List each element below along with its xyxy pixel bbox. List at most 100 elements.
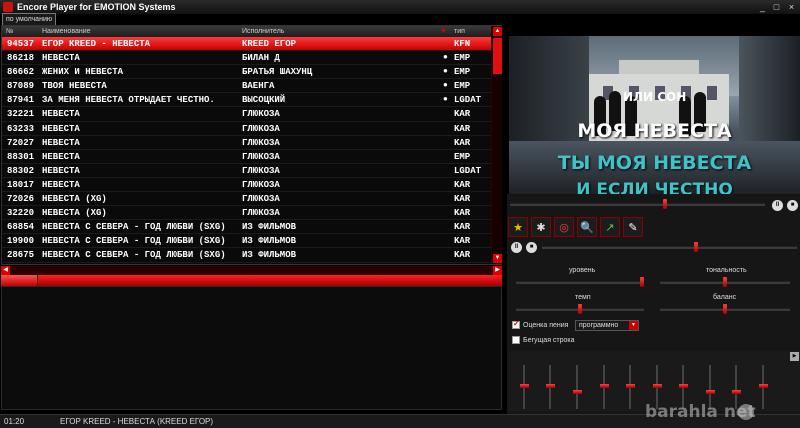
song-title: ТВОЯ НЕВЕСТА (42, 81, 107, 92)
elapsed-time: 01:20 (4, 417, 25, 426)
close-button[interactable]: × (786, 2, 797, 12)
scroll-left-icon[interactable]: ◀ (1, 266, 10, 275)
equalizer-toggle-icon[interactable]: ▶ (790, 352, 799, 361)
song-title: НЕВЕСТА (XG) (42, 194, 107, 205)
song-row[interactable]: 32221 НЕВЕСТА ГЛЮКОЗА KAR (2, 107, 491, 122)
song-row[interactable]: 94537 ЕГОР KREED - НЕВЕСТА KREED ЕГОР KFN (2, 37, 491, 52)
song-row[interactable]: 86662 ЖЕНИХ И НЕВЕСТА БРАТЬЯ ШАХУНЦ ● EMP (2, 65, 491, 80)
ticker-label: Бегущая строка (523, 337, 575, 344)
vertical-scrollbar[interactable]: ▲ ▼ (491, 26, 502, 264)
song-title: ЖЕНИХ И НЕВЕСТА (42, 67, 124, 78)
song-row[interactable]: 19900 НЕВЕСТА С СЕВЕРА - ГОД ЛЮБВИ (SXG) И… (2, 234, 491, 249)
song-title: ЗА МЕНЯ НЕВЕСТА ОТРЫДАЕТ ЧЕСТНО. (42, 95, 215, 106)
balance-knob[interactable] (723, 304, 727, 314)
app-icon (3, 2, 13, 12)
rating-checkbox[interactable] (512, 319, 520, 329)
song-title: НЕВЕСТА (42, 165, 80, 176)
export-icon[interactable]: ↗ (600, 217, 620, 237)
search-icon[interactable]: 🔍 (577, 217, 597, 237)
queue-bar (1, 275, 502, 286)
song-row[interactable]: 72026 НЕВЕСТА (XG) ГЛЮКОЗА KAR (2, 192, 491, 207)
song-type: KAR (454, 250, 471, 261)
eq-band-knob[interactable] (705, 390, 715, 394)
column-header-number[interactable]: № (6, 26, 14, 37)
song-row[interactable]: 18017 НЕВЕСТА ГЛЮКОЗА KAR (2, 178, 491, 193)
song-row[interactable]: 87089 ТВОЯ НЕВЕСТА ВАЕНГА ● EMP (2, 79, 491, 94)
eq-band-knob[interactable] (572, 390, 582, 394)
song-type: EMP (454, 67, 471, 78)
effects-icon[interactable]: ✱ (531, 217, 551, 237)
volume-track[interactable] (542, 246, 797, 249)
eq-band-knob[interactable] (545, 384, 555, 388)
level-track[interactable] (516, 281, 644, 284)
rating-label: Оценка пения (523, 322, 569, 329)
scroll-up-icon[interactable]: ▲ (493, 27, 502, 36)
lyric-line-4: И ЕСЛИ ЧЕСТНО (576, 180, 733, 194)
minimize-button[interactable]: _ (757, 2, 768, 12)
song-number: 86218 (7, 53, 35, 64)
song-artist: ГЛЮКОЗА (242, 165, 280, 176)
song-row[interactable]: 32220 НЕВЕСТА (XG) ГЛЮКОЗА KAR (2, 206, 491, 221)
scroll-down-icon[interactable]: ▼ (493, 254, 502, 263)
eq-band-knob[interactable] (599, 384, 609, 388)
key-knob[interactable] (723, 277, 727, 287)
scroll-thumb[interactable] (493, 38, 502, 74)
song-artist: ИЗ ФИЛЬМОВ (242, 250, 297, 261)
eq-band-knob[interactable] (758, 384, 768, 388)
song-title: НЕВЕСТА С СЕВЕРА - ГОД ЛЮБВИ (SXG) (42, 222, 226, 233)
song-title: ЕГОР KREED - НЕВЕСТА (42, 39, 151, 49)
scroll-right-icon[interactable]: ▶ (493, 266, 502, 275)
lyric-line-2: МОЯ НЕВЕСТА (577, 120, 732, 142)
pause-icon[interactable]: II (772, 200, 783, 211)
status-dot-icon: ● (443, 95, 448, 105)
queue-segment[interactable] (1, 275, 38, 286)
song-row[interactable]: 87941 ЗА МЕНЯ НЕВЕСТА ОТРЫДАЕТ ЧЕСТНО. ВЫС… (2, 93, 491, 108)
song-number: 63233 (7, 123, 35, 134)
eq-band-knob[interactable] (652, 384, 662, 388)
position-knob[interactable] (663, 199, 667, 209)
volume-knob[interactable] (694, 242, 698, 252)
eq-band-knob[interactable] (519, 384, 529, 388)
song-number: 88302 (7, 165, 35, 176)
song-artist: ГЛЮКОЗА (242, 123, 280, 134)
eq-band-knob[interactable] (731, 390, 741, 394)
song-artist: ГЛЮКОЗА (242, 194, 280, 205)
song-type: EMP (454, 81, 471, 92)
song-row[interactable]: 28675 НЕВЕСТА С СЕВЕРА - ГОД ЛЮБВИ (SXG) И… (2, 248, 491, 263)
eq-band-knob[interactable] (625, 384, 635, 388)
song-title: НЕВЕСТА (42, 179, 80, 190)
song-row[interactable]: 86218 НЕВЕСТА БИЛАН Д ● EMP (2, 51, 491, 66)
sort-arrow-icon: ▼ (440, 28, 447, 35)
horizontal-scrollbar[interactable]: ◀ ▶ (1, 266, 502, 275)
song-row[interactable]: 88302 НЕВЕСТА ГЛЮКОЗА LGDAT (2, 164, 491, 178)
song-artist: ИЗ ФИЛЬМОВ (242, 222, 297, 233)
ticker-checkbox[interactable] (512, 336, 520, 344)
eq-band-knob[interactable] (678, 384, 688, 388)
column-header-artist[interactable]: Исполнитель (242, 26, 284, 37)
level-knob[interactable] (640, 277, 644, 287)
song-row[interactable]: 63233 НЕВЕСТА ГЛЮКОЗА KAR (2, 122, 491, 136)
tab-default[interactable]: по умолчанию (2, 13, 57, 25)
rating-mode-select[interactable]: программно ▼ (575, 320, 639, 331)
song-type: KAR (454, 222, 471, 233)
position-track[interactable] (510, 203, 765, 206)
edit-icon[interactable]: ✎ (623, 217, 643, 237)
stop-small-icon[interactable]: ■ (526, 242, 537, 253)
song-type: LGDAT (454, 165, 482, 176)
song-row[interactable]: 68854 НЕВЕСТА С СЕВЕРА - ГОД ЛЮБВИ (SXG) И… (2, 220, 491, 235)
song-artist: БИЛАН Д (242, 53, 280, 64)
favorite-icon[interactable]: ★ (508, 217, 528, 237)
column-header-type[interactable]: тип (454, 26, 465, 37)
maximize-button[interactable]: □ (771, 2, 782, 12)
pause-small-icon[interactable]: II (511, 242, 522, 253)
record-icon[interactable]: ◎ (554, 217, 574, 237)
eq-band-track[interactable] (576, 365, 578, 409)
column-header-title[interactable]: Наименование (42, 26, 91, 37)
stop-icon[interactable]: ■ (787, 200, 798, 211)
song-row[interactable]: 72027 НЕВЕСТА ГЛЮКОЗА KAR (2, 136, 491, 150)
song-type: KAR (454, 137, 471, 148)
tempo-knob[interactable] (578, 304, 582, 314)
chevron-down-icon[interactable]: ▼ (629, 321, 638, 330)
status-dot-icon: ● (443, 81, 448, 91)
song-row[interactable]: 88301 НЕВЕСТА ГЛЮКОЗА EMP (2, 150, 491, 164)
